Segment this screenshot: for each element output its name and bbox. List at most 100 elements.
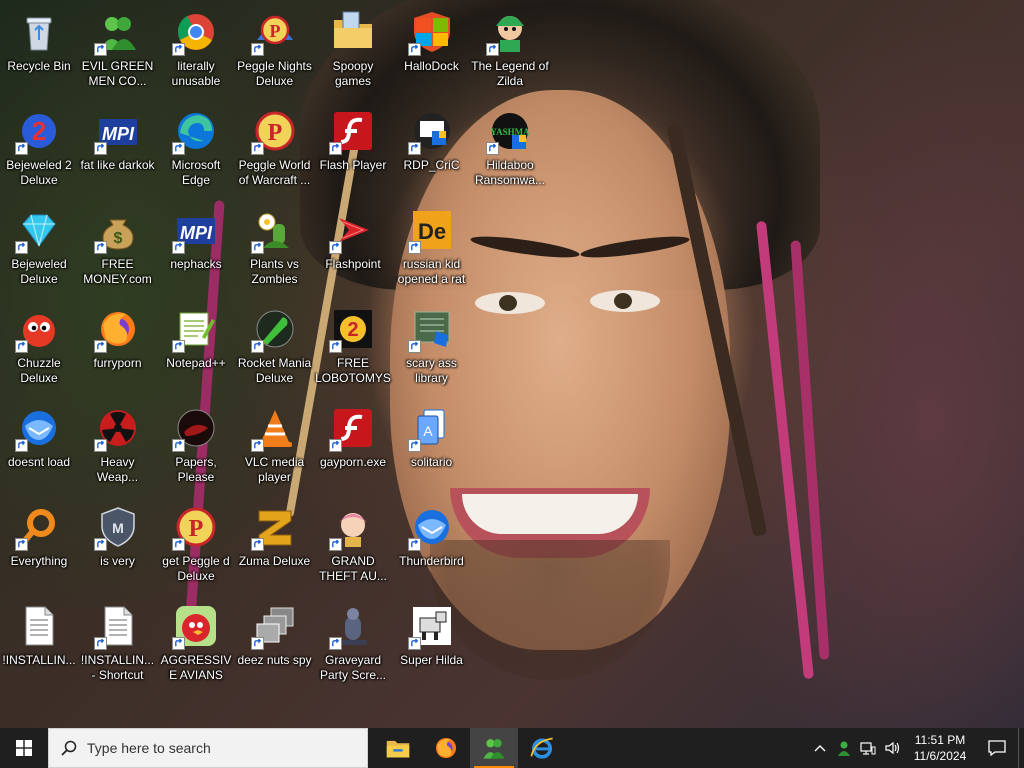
desktop-icon-label: Bejeweled Deluxe bbox=[11, 257, 67, 286]
desktop-icon[interactable]: gayporn.exe bbox=[314, 398, 392, 494]
taskbar-app-button[interactable] bbox=[518, 728, 566, 768]
text-file-icon bbox=[93, 602, 142, 650]
svg-text:MPI: MPI bbox=[101, 124, 134, 144]
edge-icon bbox=[172, 107, 220, 155]
desktop-icon[interactable]: RDP_CriC bbox=[393, 101, 471, 197]
desktop-icon[interactable]: scary ass library bbox=[393, 299, 471, 395]
desktop-icon[interactable]: Rocket Mania Deluxe bbox=[236, 299, 314, 395]
chrome-icon bbox=[172, 8, 220, 56]
show-desktop-button[interactable] bbox=[1018, 728, 1024, 768]
shortcut-arrow-icon bbox=[93, 241, 107, 254]
desktop-icon[interactable]: Asolitario bbox=[393, 398, 471, 494]
desktop-icon[interactable]: Recycle Bin bbox=[0, 2, 78, 98]
taskbar-search-box[interactable] bbox=[48, 728, 368, 768]
volume-button[interactable] bbox=[880, 728, 904, 768]
desktop-icon[interactable]: 2 Bejeweled 2 Deluxe bbox=[0, 101, 78, 197]
svg-text:2: 2 bbox=[347, 319, 358, 341]
green-men-icon bbox=[483, 739, 505, 759]
desktop-icon-label: Flash Player bbox=[319, 158, 387, 172]
firefox-icon bbox=[435, 737, 457, 759]
desktop-icon[interactable]: MPI nephacks bbox=[157, 200, 235, 296]
desktop-icon[interactable]: VLC media player bbox=[236, 398, 314, 494]
desktop-icon-label: Super Hilda bbox=[400, 653, 463, 667]
shortcut-arrow-icon bbox=[407, 637, 421, 650]
yashma-icon: YASHMA bbox=[486, 107, 534, 155]
desktop-icon[interactable]: Microsoft Edge bbox=[157, 101, 235, 197]
taskbar-app-button[interactable] bbox=[374, 728, 422, 768]
desktop-icon-label: Notepad++ bbox=[166, 356, 226, 370]
internet-explorer-icon bbox=[530, 737, 553, 759]
desktop-icon[interactable]: 2 FREE LOBOTOMYS bbox=[314, 299, 392, 395]
desktop-icon[interactable]: HalloDock bbox=[393, 2, 471, 98]
desktop-icon[interactable]: Spoopy games bbox=[314, 2, 392, 98]
desktop-icon[interactable]: Chuzzle Deluxe bbox=[0, 299, 78, 395]
desktop-icon[interactable]: deez nuts spy bbox=[236, 596, 314, 692]
text-file-icon bbox=[15, 602, 63, 650]
desktop-icon-label: HalloDock bbox=[404, 59, 459, 73]
desktop-icon-label: VLC media player bbox=[244, 455, 305, 484]
desktop-icon[interactable]: YASHMA Hildaboo Ransomwa... bbox=[471, 101, 549, 197]
taskbar-clock[interactable]: 11:51 PM 11/6/2024 bbox=[904, 732, 976, 764]
desktop-icon[interactable]: Flashpoint bbox=[314, 200, 392, 296]
desktop-icon[interactable]: MPI fat like darkok bbox=[79, 101, 157, 197]
show-hidden-icons-button[interactable] bbox=[808, 728, 832, 768]
desktop-icon-label: Chuzzle Deluxe bbox=[17, 356, 61, 385]
desktop-icon[interactable]: Graveyard Party Scre... bbox=[314, 596, 392, 692]
thunderbird-icon bbox=[15, 404, 63, 452]
taskbar-pinned-apps bbox=[374, 728, 566, 768]
start-button[interactable] bbox=[0, 728, 48, 768]
shortcut-arrow-icon bbox=[15, 538, 28, 551]
shortcut-arrow-icon bbox=[407, 241, 421, 254]
desktop-icon[interactable]: P Peggle World of Warcraft ... bbox=[236, 101, 314, 197]
desktop-icon[interactable]: Heavy Weap... bbox=[79, 398, 157, 494]
desktop-icon[interactable]: literally unusable bbox=[157, 2, 235, 98]
network-button[interactable] bbox=[856, 728, 880, 768]
bejeweled-2-icon: 2 bbox=[15, 107, 63, 155]
search-input[interactable] bbox=[87, 740, 347, 756]
flash-icon bbox=[329, 107, 377, 155]
action-center-button[interactable] bbox=[976, 728, 1018, 768]
desktop-icon[interactable]: AGGRESSIVE AVIANS bbox=[157, 596, 235, 692]
desktop-icon[interactable]: furryporn bbox=[79, 299, 157, 395]
desktop-icon[interactable]: Pget Peggle d Deluxe bbox=[157, 497, 235, 593]
desktop-icon[interactable]: Bejeweled Deluxe bbox=[0, 200, 78, 296]
desktop-icon[interactable]: Zuma Deluxe bbox=[236, 497, 314, 593]
mpi-icon: MPI bbox=[172, 206, 220, 254]
desktop-icon[interactable]: P Peggle Nights Deluxe bbox=[236, 2, 314, 98]
desktop-icon[interactable]: The Legend of Zilda bbox=[471, 2, 549, 98]
desktop-icon[interactable]: Plants vs Zombies bbox=[236, 200, 314, 296]
tray-app-button[interactable] bbox=[832, 728, 856, 768]
shortcut-arrow-icon bbox=[15, 142, 28, 155]
shortcut-arrow-icon bbox=[329, 538, 342, 551]
desktop-icon[interactable]: Thunderbird bbox=[393, 497, 471, 593]
desktop-icon[interactable]: Notepad++ bbox=[157, 299, 235, 395]
desktop-icon-label: !INSTALLIN... bbox=[2, 653, 76, 667]
zilda-icon bbox=[486, 8, 534, 56]
desktop-icon[interactable]: De russian kid opened a rat bbox=[393, 200, 471, 296]
desktop-icon[interactable]: $ FREE MONEY.com bbox=[79, 200, 157, 296]
lobotomy-icon: 2 bbox=[329, 305, 377, 353]
desktop-icon[interactable]: Super Hilda bbox=[393, 596, 471, 692]
desktop-icon-label: scary ass library bbox=[406, 356, 457, 385]
desktop-icon[interactable]: GRAND THEFT AU... bbox=[314, 497, 392, 593]
graveyard-icon bbox=[329, 602, 377, 650]
desktop-icon[interactable]: !INSTALLIN... bbox=[0, 596, 78, 692]
rdp-icon bbox=[407, 107, 456, 155]
desktop-icon[interactable]: Papers, Please bbox=[157, 398, 235, 494]
taskbar-app-button[interactable] bbox=[470, 728, 518, 768]
desktop-icon[interactable]: doesnt load bbox=[0, 398, 78, 494]
shortcut-arrow-icon bbox=[172, 439, 185, 452]
desktop-icon[interactable]: EVIL GREEN MEN CO... bbox=[79, 2, 157, 98]
taskbar-app-button[interactable] bbox=[422, 728, 470, 768]
shortcut-arrow-icon bbox=[93, 538, 107, 551]
desktop-icon[interactable]: Mis very bbox=[79, 497, 157, 593]
shortcut-arrow-icon bbox=[250, 637, 264, 650]
windows-logo-icon bbox=[16, 740, 32, 756]
desktop-icon[interactable]: !INSTALLIN... - Shortcut bbox=[79, 596, 157, 692]
desktop-icon[interactable]: Everything bbox=[0, 497, 78, 593]
desktop-icon[interactable]: Flash Player bbox=[314, 101, 392, 197]
desktop-icon-label: Microsoft Edge bbox=[171, 158, 221, 187]
svg-text:P: P bbox=[267, 120, 282, 146]
taskbar: 11:51 PM 11/6/2024 bbox=[0, 728, 1024, 768]
desktop-icon-label: Zuma Deluxe bbox=[238, 554, 311, 568]
